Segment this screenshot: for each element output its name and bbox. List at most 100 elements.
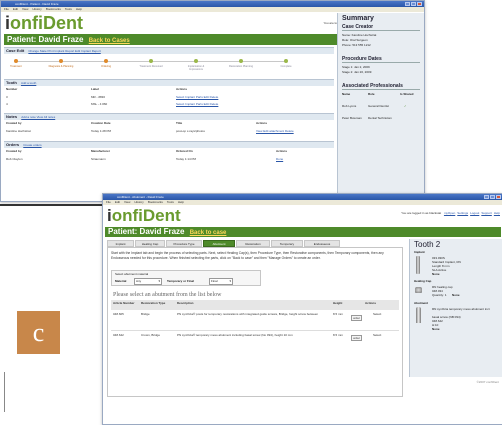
tooth-title: Tooth xyxy=(6,80,17,85)
col-height: Height xyxy=(333,301,343,305)
stage-2-date: Stage 2: Jan 20, 2009 xyxy=(342,70,372,74)
order-button[interactable]: order xyxy=(351,335,363,341)
stage-1-date: Stage 1: Jan 2, 2009 xyxy=(342,65,370,69)
prof-col-shared: Is Shared xyxy=(400,92,414,96)
create-orders-link[interactable]: Create orders xyxy=(23,143,41,147)
logo-main: onfiDent xyxy=(10,13,83,33)
link-help[interactable]: Help xyxy=(494,211,500,215)
restoration-type: Bridge xyxy=(141,312,150,316)
restoration-type: Crown, Bridge xyxy=(141,333,161,337)
creator-name: Name: Karoline Hochstrat xyxy=(342,33,377,37)
link-settings[interactable]: Settings xyxy=(457,211,468,215)
tab-restoration[interactable]: Restoration xyxy=(236,240,270,247)
article-number: 048.642 xyxy=(113,333,124,337)
orders-table: Created by Manufacturer Ordered On Actio… xyxy=(6,149,331,167)
close-icon[interactable] xyxy=(417,2,422,6)
minimize-icon[interactable] xyxy=(484,195,489,199)
minimize-icon[interactable] xyxy=(405,2,410,6)
implant-none: None xyxy=(432,272,440,276)
menu-history[interactable]: History xyxy=(32,7,41,11)
progress-step-label: Restoration Planning xyxy=(228,65,254,68)
menu-edit[interactable]: Edit xyxy=(13,7,18,11)
back-to-cases-link[interactable]: Back to Cases xyxy=(89,38,130,44)
menu-help[interactable]: Help xyxy=(178,200,184,204)
link-support[interactable]: Support xyxy=(481,211,492,215)
tab-temporary[interactable]: Temporary xyxy=(271,240,303,247)
close-icon[interactable] xyxy=(496,195,501,199)
col-created-by: Created by xyxy=(6,149,22,153)
abutment-heading: Abutment xyxy=(414,301,428,305)
creator-role: Role: Oral Surgeon xyxy=(342,38,368,42)
menu-file[interactable]: File xyxy=(4,7,9,11)
abutment-icon xyxy=(416,307,421,323)
tab-implant[interactable]: Implant xyxy=(107,240,134,247)
order-button[interactable]: order xyxy=(351,315,363,321)
order-done-link[interactable]: Done xyxy=(276,157,283,161)
maximize-icon[interactable] xyxy=(411,2,416,6)
menu-bar: File Edit View History Bookmarks Tools Help xyxy=(103,200,502,205)
order-date: Today 1:14 PM xyxy=(176,157,197,161)
link-logout[interactable]: Logout xyxy=(470,211,479,215)
menu-file[interactable]: File xyxy=(106,200,111,204)
select-link[interactable]: Select xyxy=(373,333,381,337)
prof-name: Rob Lyons xyxy=(342,104,357,108)
case-edit-links[interactable]: Change State Print Implant Report Edit I… xyxy=(28,49,100,53)
add-tooth-link[interactable]: Add a tooth xyxy=(21,81,36,85)
tooth-number: 4 xyxy=(6,102,8,106)
progress-step-dot xyxy=(194,59,198,63)
window-case-edit: confiDent - Patient - David Fraze File Ed… xyxy=(0,0,425,202)
menu-bookmarks[interactable]: Bookmarks xyxy=(46,7,61,11)
menu-history[interactable]: History xyxy=(134,200,143,204)
col-ordered-on: Ordered On xyxy=(176,149,193,153)
tab-endosseous[interactable]: Endosseous xyxy=(304,240,340,247)
progress-step-dot xyxy=(59,59,63,63)
select-link[interactable]: Select xyxy=(373,312,381,316)
maximize-icon[interactable] xyxy=(490,195,495,199)
abutment-description: PN synOcta® posts for temporary restorat… xyxy=(177,312,319,316)
tooth-header: Tooth Add a tooth xyxy=(4,79,334,86)
progress-step-label: Implantation & Impressions xyxy=(187,65,205,71)
chevron-down-icon: ▾ xyxy=(158,279,160,283)
temporary-final-select[interactable]: Final ▾ xyxy=(209,278,233,285)
prof-role: General Dentist xyxy=(368,104,389,108)
note-actions[interactable]: View Edit attachment Delete xyxy=(256,129,294,133)
left-edge-mark xyxy=(4,372,5,412)
progress-steps: Treatment Diagnosis & Planning Ordering Tre… xyxy=(6,55,331,77)
creator-phone: Phone: 513 555 1212 xyxy=(342,43,371,47)
col-restoration-type: Restoration Type xyxy=(141,301,166,305)
tooth-table: Number Label Actions 3 MR - #830 Select … xyxy=(6,87,331,111)
temporary-final-select-value: Final xyxy=(211,279,218,283)
healing-cap-icon xyxy=(415,287,422,293)
prof-col-role: Role xyxy=(368,92,375,96)
menu-help[interactable]: Help xyxy=(76,7,82,11)
tooth-actions[interactable]: Select Implant Parts Edit Delete xyxy=(176,102,218,106)
menu-edit[interactable]: Edit xyxy=(115,200,120,204)
material-select[interactable]: Any ▾ xyxy=(134,278,162,285)
notes-links[interactable]: Add a note View All notes xyxy=(21,115,55,119)
menu-bookmarks[interactable]: Bookmarks xyxy=(148,200,163,204)
menu-view[interactable]: View xyxy=(124,200,130,204)
case-edit-title: Case Edit xyxy=(6,48,25,53)
link-myopen[interactable]: myOpen xyxy=(444,211,455,215)
tab-abutment[interactable]: Abutment xyxy=(203,240,235,247)
progress-step-dot xyxy=(104,59,108,63)
tab-procedure-type[interactable]: Procedure Type xyxy=(166,240,202,247)
note-date: Today 1:28 PM xyxy=(91,129,112,133)
implant-icon xyxy=(416,256,420,274)
instructions-text: Start with the Implant tab and begin the… xyxy=(111,251,384,260)
progress-step-dot xyxy=(284,59,288,63)
healing-cap-quantity: Quantity: 1 xyxy=(432,293,447,297)
notes-title: Notes xyxy=(6,114,18,119)
menu-tools[interactable]: Tools xyxy=(65,7,72,11)
menu-view[interactable]: View xyxy=(22,7,28,11)
logo-main: onfiDent xyxy=(111,206,181,225)
order-created-by: Rob Clayton xyxy=(6,157,23,161)
abutment-none: None xyxy=(432,327,440,331)
summary-sidebar: Summary Case Creator Name: Karoline Hoch… xyxy=(337,13,424,200)
progress-step-label: Ordering xyxy=(100,65,112,68)
tooth-actions[interactable]: Select Implant Parts Edit Delete xyxy=(176,95,218,99)
back-to-case-link[interactable]: Back to case xyxy=(190,230,227,236)
top-links: You are logged in as blackstat myOpen Set… xyxy=(401,211,500,215)
menu-tools[interactable]: Tools xyxy=(167,200,174,204)
tab-healing-cap[interactable]: Healing Cap xyxy=(135,240,165,247)
